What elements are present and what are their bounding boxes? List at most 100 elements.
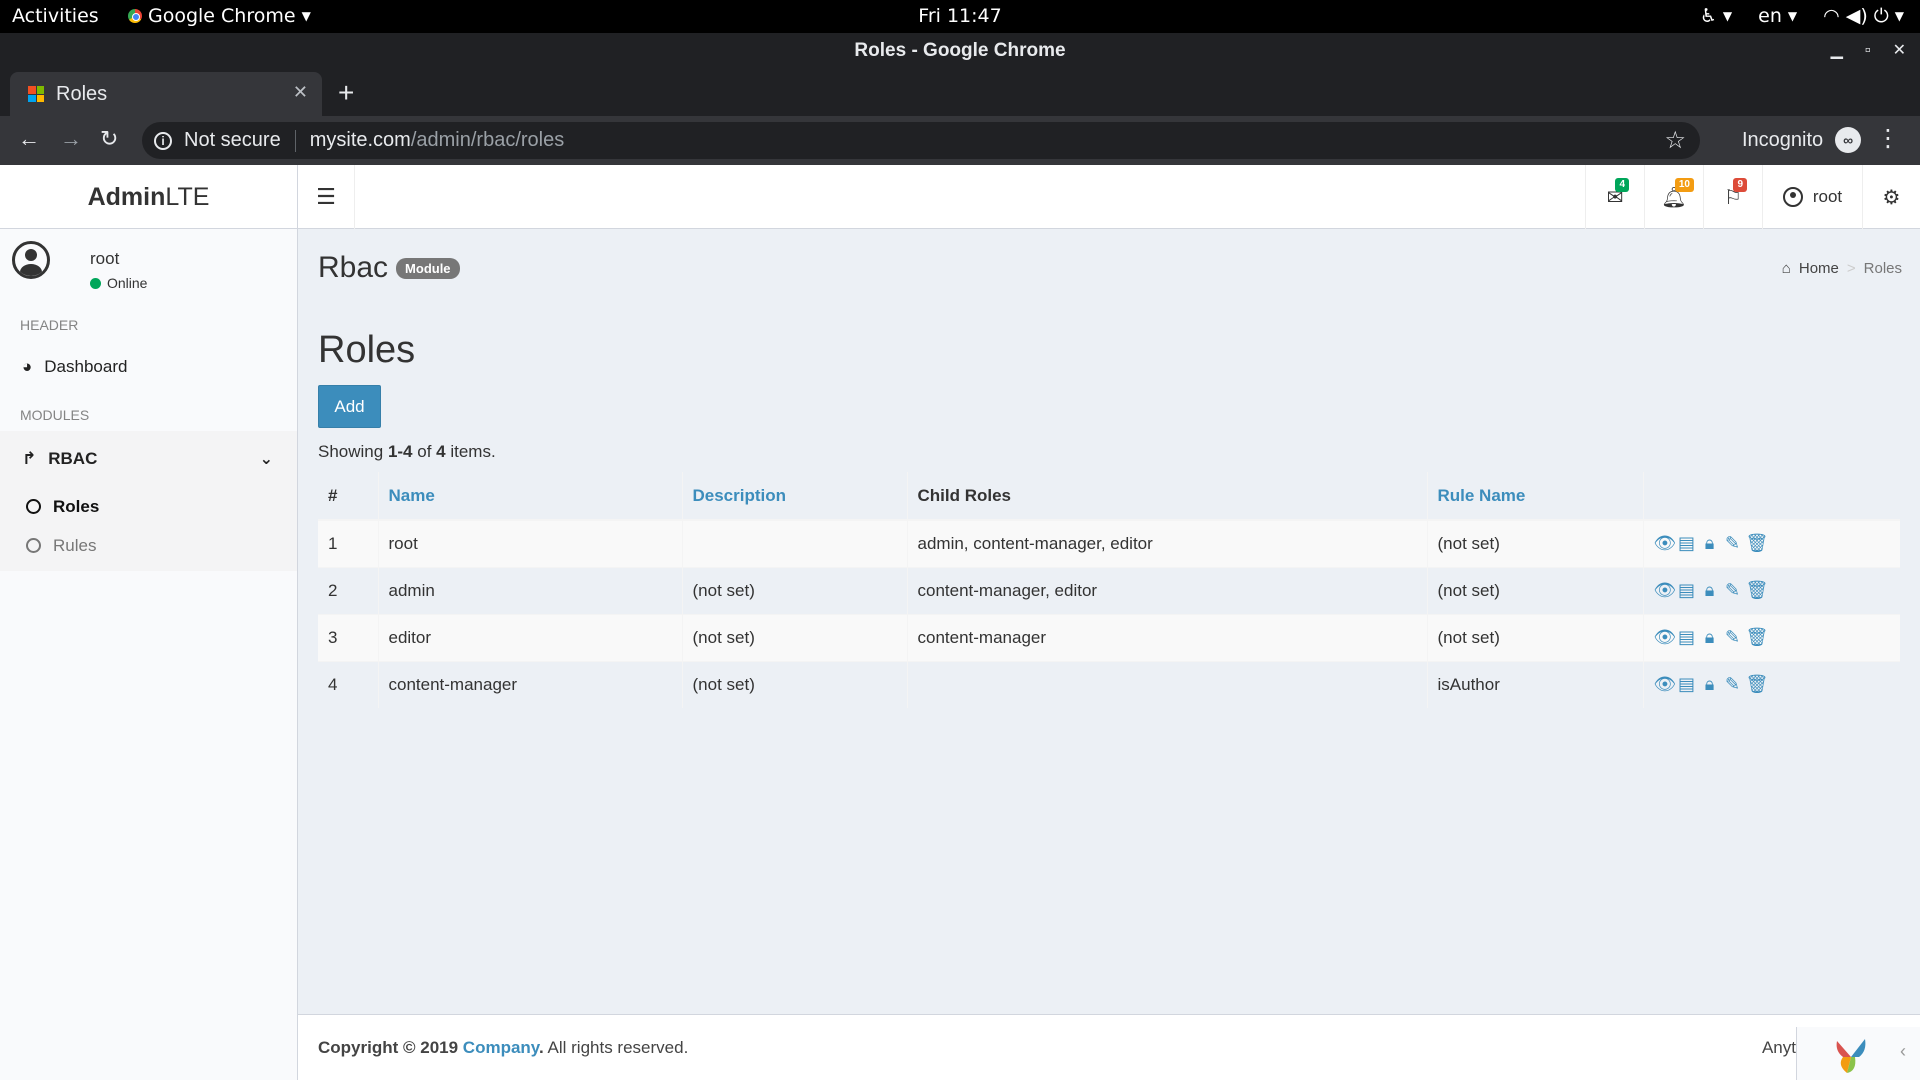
- tab-roles[interactable]: Roles ✕: [10, 72, 322, 116]
- cell-name: content-manager: [377, 660, 682, 708]
- maximize-icon[interactable]: ▫: [1865, 33, 1871, 69]
- yii-logo-icon: [1836, 1039, 1866, 1073]
- lock-icon[interactable]: 🔒︎: [1700, 580, 1720, 601]
- cell-children: admin, content-manager, editor: [906, 519, 1427, 567]
- app-menu[interactable]: Google Chrome ▼: [128, 5, 311, 27]
- list-icon[interactable]: ▤: [1677, 580, 1697, 601]
- trash-icon[interactable]: 🗑︎: [1746, 674, 1769, 695]
- summary-prefix: Showing: [318, 442, 388, 461]
- incognito-icon: ∞: [1835, 127, 1862, 153]
- sidebar: AdminLTE root Online HEADER ◕ Dashboard …: [0, 165, 298, 1080]
- pencil-icon[interactable]: ✎: [1723, 627, 1743, 648]
- pencil-icon[interactable]: ✎: [1723, 674, 1743, 695]
- copyright-text: Copyright © 2019: [318, 1038, 463, 1057]
- caret-down-icon: ▼: [1894, 9, 1904, 23]
- cell-description: (not set): [681, 566, 907, 614]
- company-link[interactable]: Company: [463, 1038, 539, 1057]
- new-tab-button[interactable]: +: [338, 77, 354, 109]
- sidebar-item-dashboard[interactable]: ◕ Dashboard: [0, 341, 297, 393]
- cell-name: admin: [377, 566, 682, 614]
- security-label[interactable]: Not secure: [184, 129, 281, 152]
- messages-menu[interactable]: ✉ 4: [1585, 165, 1644, 229]
- trash-icon[interactable]: 🗑︎: [1746, 627, 1769, 648]
- logo-bold: Admin: [87, 183, 166, 211]
- sidebar-toggle-button[interactable]: ☰: [298, 165, 355, 229]
- tasks-menu[interactable]: ⚐ 9: [1703, 165, 1762, 229]
- logo[interactable]: AdminLTE: [0, 165, 297, 229]
- breadcrumb: ⌂ Home > Roles: [1782, 260, 1902, 277]
- trash-icon[interactable]: 🗑︎: [1746, 533, 1769, 554]
- logo-rest: LTE: [165, 183, 210, 211]
- cell-rule: (not set): [1426, 566, 1643, 614]
- page-title: Rbac Module: [318, 251, 460, 285]
- summary-mid: of: [412, 442, 437, 461]
- copyright: Copyright © 2019 Company. All rights res…: [318, 1038, 689, 1057]
- debug-toolbar-toggle[interactable]: ‹: [1796, 1027, 1920, 1080]
- cell-children: content-manager, editor: [906, 566, 1427, 614]
- lock-icon[interactable]: 🔒︎: [1700, 533, 1720, 554]
- column-header-description[interactable]: Description: [681, 472, 907, 521]
- info-icon[interactable]: i: [154, 131, 172, 150]
- back-icon[interactable]: ←: [18, 126, 40, 152]
- eye-icon[interactable]: 👁︎: [1654, 580, 1677, 601]
- control-sidebar-toggle[interactable]: ⚙: [1862, 165, 1920, 229]
- window-title: Roles - Google Chrome: [854, 40, 1066, 61]
- column-header-rule-name[interactable]: Rule Name: [1426, 472, 1643, 521]
- sidebar-item-roles[interactable]: Roles: [0, 487, 297, 526]
- lock-icon[interactable]: 🔒︎: [1700, 627, 1720, 648]
- reload-icon[interactable]: ↻: [100, 126, 118, 152]
- footer-right-text: Anyt: [1761, 1038, 1796, 1057]
- status-menu[interactable]: ◠ ◀) ⏻ ▼: [1823, 5, 1904, 27]
- column-header-actions: [1642, 472, 1900, 521]
- lock-icon[interactable]: 🔒︎: [1700, 674, 1720, 695]
- incognito-indicator[interactable]: Incognito ∞: [1742, 127, 1862, 153]
- cell-actions: 👁︎ ▤ 🔒︎ ✎ 🗑︎: [1642, 519, 1900, 567]
- breadcrumb-home-link[interactable]: Home: [1799, 260, 1839, 277]
- eye-icon[interactable]: 👁︎: [1654, 533, 1677, 554]
- forward-icon[interactable]: →: [60, 126, 82, 152]
- url-path: /admin/rbac/roles: [410, 129, 565, 151]
- pencil-icon[interactable]: ✎: [1723, 533, 1743, 554]
- user-name: root: [90, 249, 120, 268]
- chevron-down-icon: ⌄: [259, 451, 273, 468]
- user-status: Online: [90, 275, 147, 291]
- user-menu[interactable]: root: [1762, 165, 1862, 229]
- user-menu-label: root: [1812, 187, 1843, 206]
- tab-close-icon[interactable]: ✕: [293, 82, 308, 103]
- eye-icon[interactable]: 👁︎: [1654, 674, 1677, 695]
- sidebar-item-rbac[interactable]: ↱ RBAC ⌄: [0, 431, 297, 487]
- notifications-menu[interactable]: 🔔︎ 10: [1644, 165, 1703, 229]
- trash-icon[interactable]: 🗑︎: [1746, 580, 1769, 601]
- pencil-icon[interactable]: ✎: [1723, 580, 1743, 601]
- list-icon[interactable]: ▤: [1677, 627, 1697, 648]
- web-page: AdminLTE root Online HEADER ◕ Dashboard …: [0, 165, 1920, 1080]
- list-icon[interactable]: ▤: [1677, 674, 1697, 695]
- sidebar-item-rules[interactable]: Rules: [0, 526, 297, 565]
- app-menu-label: Google Chrome: [148, 5, 296, 27]
- column-header-name[interactable]: Name: [377, 472, 682, 521]
- caret-down-icon: ▼: [1787, 9, 1798, 23]
- address-bar[interactable]: i Not secure mysite.com/admin/rbac/roles…: [142, 122, 1700, 159]
- list-icon[interactable]: ▤: [1677, 533, 1697, 554]
- chrome-menu-icon[interactable]: ⋮: [1876, 124, 1900, 153]
- summary-total: 4: [436, 442, 446, 461]
- cell-rule: (not set): [1426, 519, 1643, 567]
- accessibility-icon: ♿: [1699, 5, 1717, 27]
- circle-icon: [26, 499, 41, 514]
- activities-button[interactable]: Activities: [12, 5, 99, 27]
- language-menu[interactable]: en ▼: [1758, 5, 1797, 27]
- circle-icon: [26, 538, 41, 553]
- minimize-icon[interactable]: ▁: [1831, 33, 1843, 69]
- notifications-badge: 10: [1674, 178, 1694, 192]
- add-button[interactable]: Add: [318, 385, 381, 428]
- power-icon: ⏻: [1873, 5, 1889, 27]
- sidebar-item-label: Rules: [53, 535, 97, 555]
- incognito-label: Incognito: [1742, 128, 1824, 151]
- sidebar-modules-label: MODULES: [20, 407, 90, 423]
- home-icon: ⌂: [1781, 260, 1791, 277]
- accessibility-menu[interactable]: ♿ ▼: [1700, 5, 1732, 27]
- bookmark-star-icon[interactable]: ☆: [1664, 126, 1686, 155]
- eye-icon[interactable]: 👁︎: [1654, 627, 1677, 648]
- summary-suffix: items.: [445, 442, 496, 461]
- close-window-icon[interactable]: ✕: [1893, 33, 1906, 69]
